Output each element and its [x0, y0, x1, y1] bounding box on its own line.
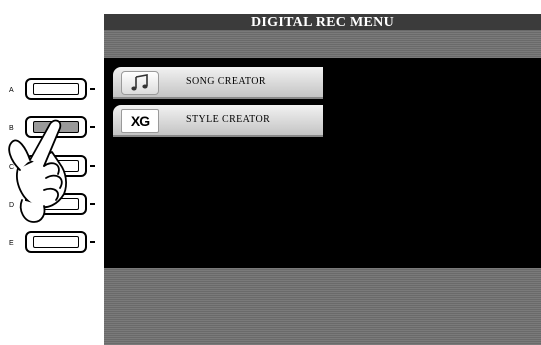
pointing-hand-icon — [8, 119, 67, 223]
